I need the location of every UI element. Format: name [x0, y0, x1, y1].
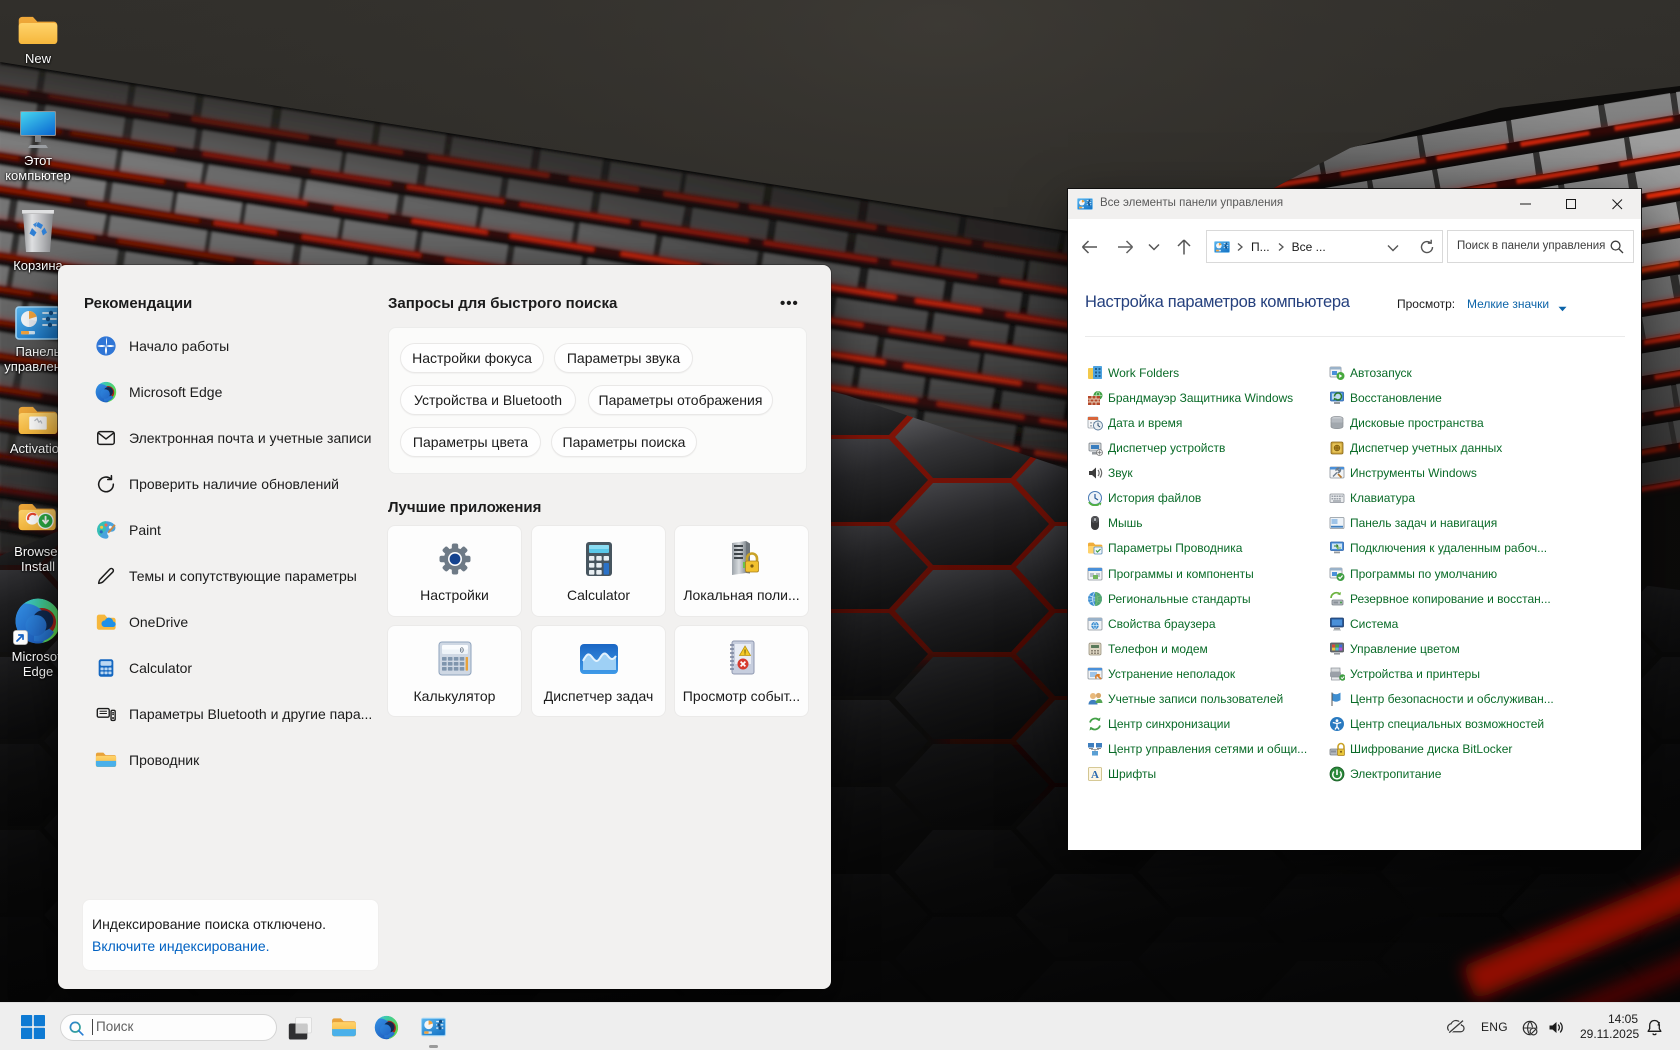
svg-text:z: z: [1657, 1021, 1660, 1027]
svg-text:A: A: [1091, 769, 1099, 781]
svg-text:0: 0: [459, 647, 463, 655]
svg-text:!: !: [743, 649, 745, 656]
